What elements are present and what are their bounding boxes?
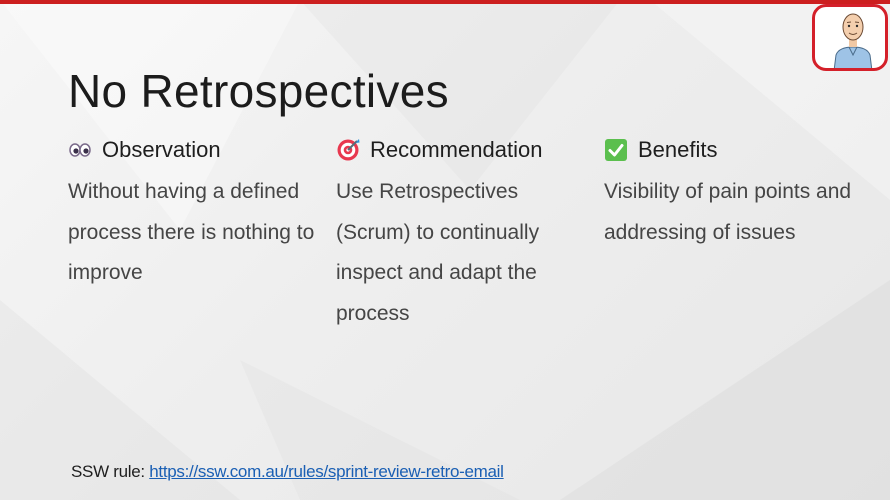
benefits-heading: Benefits [604,134,854,166]
benefits-heading-label: Benefits [638,137,718,162]
observation-heading-label: Observation [102,137,221,162]
ssw-rule-footer: SSW rule: https://ssw.com.au/rules/sprin… [71,462,504,482]
check-mark-icon [604,138,628,162]
slide: No Retrospectives Observation Without ha… [0,0,890,500]
benefits-text: Visibility of pain points and addressing… [604,180,852,244]
presenter-avatar-icon [833,13,873,68]
observation-column: Observation Without having a defined pro… [68,134,318,294]
eyes-icon [68,138,92,162]
recommendation-heading: Recommendation [336,134,586,166]
recommendation-column: Recommendation Use Retrospectives (Scrum… [336,134,586,334]
footer-prefix: SSW rule: [71,462,150,481]
observation-heading: Observation [68,134,318,166]
benefits-column: Benefits Visibility of pain points and a… [604,134,854,253]
observation-text: Without having a defined process there i… [68,180,315,284]
recommendation-text: Use Retrospectives (Scrum) to continuall… [336,180,540,325]
slide-title: No Retrospectives [68,65,449,117]
top-accent-bar [0,0,890,4]
presenter-avatar [812,4,888,71]
recommendation-heading-label: Recommendation [370,137,543,162]
ssw-rule-link[interactable]: https://ssw.com.au/rules/sprint-review-r… [149,462,504,481]
target-icon [336,138,360,162]
